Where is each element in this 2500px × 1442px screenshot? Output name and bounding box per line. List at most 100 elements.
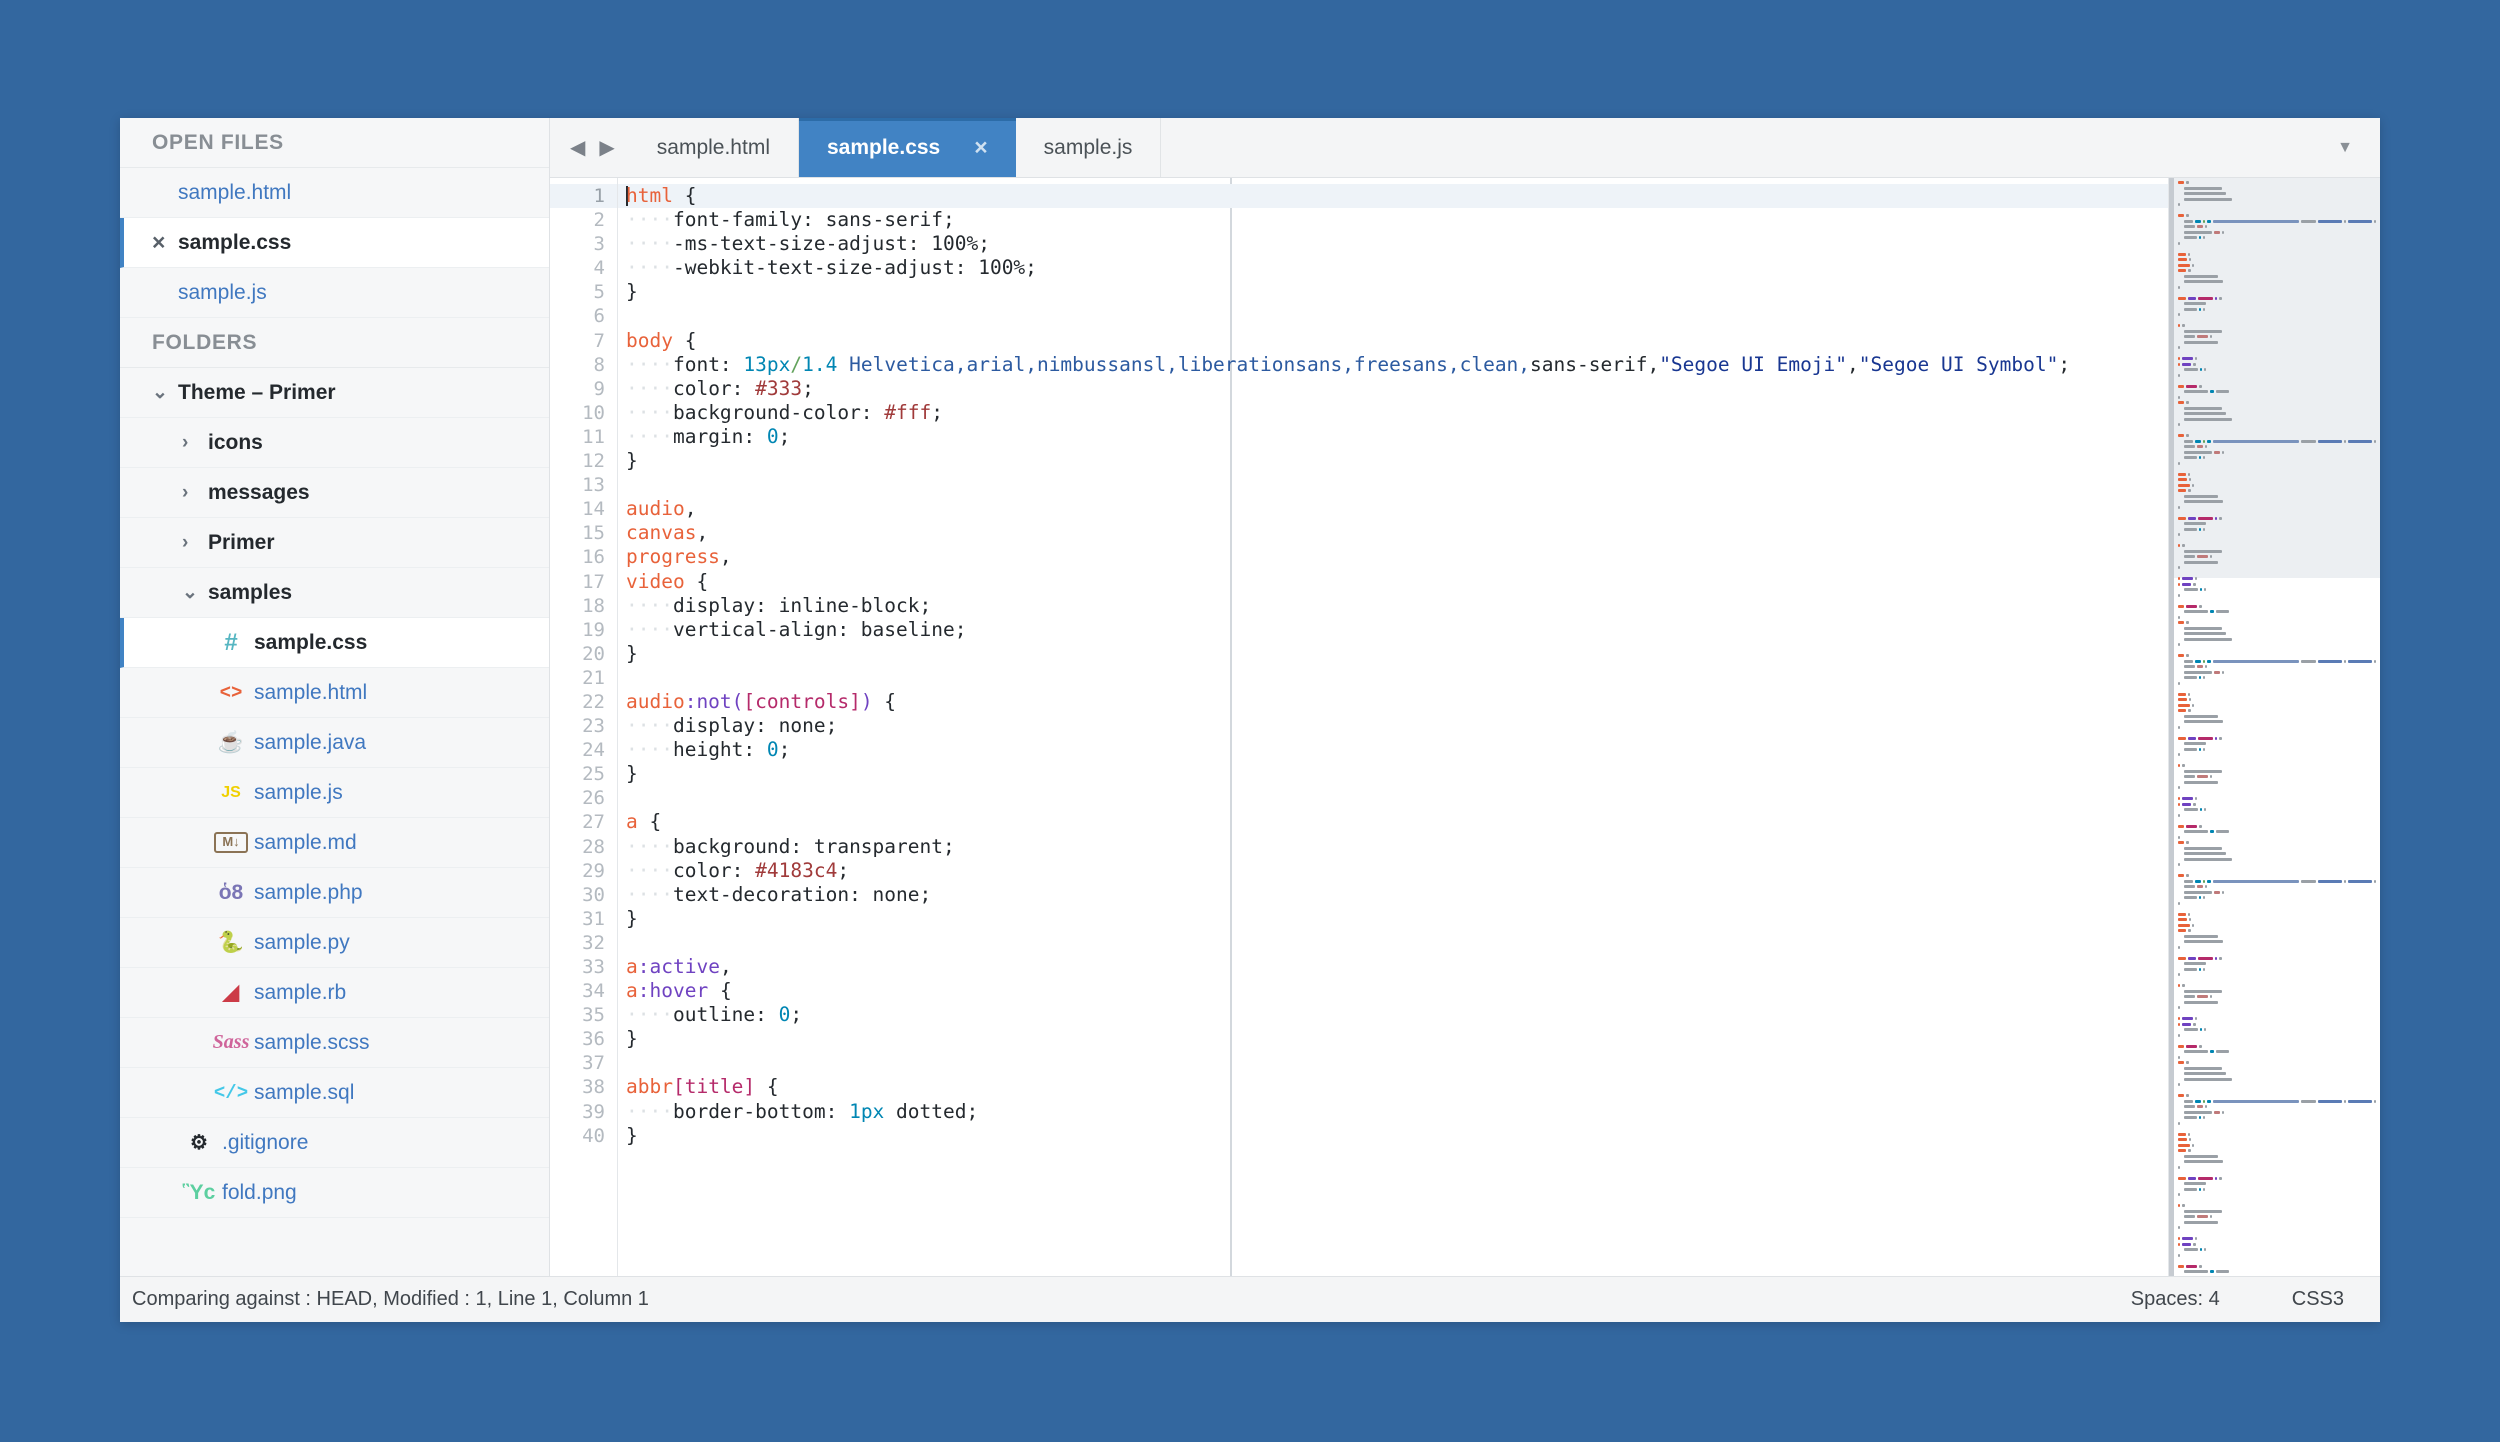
tree-file-row[interactable]: M↓ sample.md: [120, 818, 549, 868]
close-icon[interactable]: ×: [152, 231, 178, 254]
chevron-right-icon[interactable]: ›: [182, 482, 208, 504]
line-number: 8: [593, 353, 605, 376]
code-line[interactable]: ····color: #4183c4;: [618, 859, 2168, 883]
nav-forward-icon[interactable]: ▶: [599, 135, 614, 160]
tab-label: sample.js: [1043, 135, 1133, 159]
code-line[interactable]: ····font-family: sans-serif;: [618, 208, 2168, 232]
code-line[interactable]: [618, 473, 2168, 497]
code-line[interactable]: ····outline: 0;: [618, 1003, 2168, 1027]
line-number-gutter: 1 2 3 4 5 6 7 8 9 10 11 12 13 14 15 16 17 18 19 20 21 22 23 24 2…: [550, 178, 618, 1276]
nav-back-icon[interactable]: ◀: [570, 135, 585, 160]
folder-tree-list[interactable]: ⌄ Theme – Primer › icons › messages › Primer ⌄ sa…: [120, 368, 549, 1218]
tree-file-row[interactable]: ὁ8 sample.php: [120, 868, 549, 918]
open-files-list[interactable]: sample.html × sample.css sample.js: [120, 168, 549, 318]
tree-file-row[interactable]: ◢ sample.rb: [120, 968, 549, 1018]
file-tree-sidebar[interactable]: OPEN FILES sample.html × sample.css sample.…: [120, 118, 550, 1276]
code-line[interactable]: ····-ms-text-size-adjust: 100%;: [618, 232, 2168, 256]
editor-tab[interactable]: sample.css ×: [798, 118, 1016, 177]
code-token: ,: [684, 497, 697, 521]
code-line[interactable]: [618, 931, 2168, 955]
status-spaces[interactable]: Spaces: 4: [2095, 1288, 2256, 1311]
code-line[interactable]: }: [618, 1124, 2168, 1148]
tree-file-row[interactable]: Sass sample.scss: [120, 1018, 549, 1068]
tree-file-row[interactable]: JS sample.js: [120, 768, 549, 818]
code-line[interactable]: a:hover {: [618, 979, 2168, 1003]
minimap[interactable]: [2168, 178, 2380, 1276]
code-line[interactable]: ····text-decoration: none;: [618, 883, 2168, 907]
code-text-area[interactable]: html {····font-family: sans-serif; ····-m…: [618, 178, 2168, 1276]
code-token: }: [626, 1123, 638, 1147]
open-file-item[interactable]: sample.html: [120, 168, 549, 218]
code-line[interactable]: audio,: [618, 497, 2168, 521]
code-line[interactable]: a {: [618, 810, 2168, 834]
code-line[interactable]: [618, 666, 2168, 690]
code-line[interactable]: ····border-bottom: 1px dotted;: [618, 1100, 2168, 1124]
tree-file-row[interactable]: <> sample.html: [120, 668, 549, 718]
code-line[interactable]: audio:not([controls]) {: [618, 690, 2168, 714]
code-line[interactable]: }: [618, 280, 2168, 304]
chevron-down-icon[interactable]: ⌄: [182, 581, 208, 604]
tree-folder-row[interactable]: ⌄ samples: [120, 568, 549, 618]
tree-row-label: sample.scss: [254, 1030, 370, 1054]
code-line[interactable]: [618, 304, 2168, 328]
tab-nav-arrows[interactable]: ◀ ▶: [550, 118, 629, 177]
code-line[interactable]: }: [618, 449, 2168, 473]
code-line[interactable]: ····color: #333;: [618, 377, 2168, 401]
code-line[interactable]: body {: [618, 329, 2168, 353]
tree-file-row[interactable]: </> sample.sql: [120, 1068, 549, 1118]
editor-tab[interactable]: sample.js: [1015, 118, 1162, 177]
code-line[interactable]: ····background-color: #fff;: [618, 401, 2168, 425]
tree-file-row[interactable]: Ὓc fold.png: [120, 1168, 549, 1218]
code-line[interactable]: }: [618, 1027, 2168, 1051]
code-line[interactable]: }: [618, 642, 2168, 666]
tree-file-row[interactable]: ⚙ .gitignore: [120, 1118, 549, 1168]
tab-close-icon[interactable]: ×: [974, 136, 987, 159]
code-token: audio: [626, 689, 685, 713]
code-line[interactable]: ····margin: 0;: [618, 425, 2168, 449]
tree-file-row[interactable]: ☕ sample.java: [120, 718, 549, 768]
open-file-item[interactable]: × sample.css: [120, 218, 549, 268]
code-token: vertical-align: baseline;: [672, 617, 967, 641]
tab-bar[interactable]: ◀ ▶ sample.html sample.css × sample.js ▼: [550, 118, 2380, 178]
code-line[interactable]: [618, 1051, 2168, 1075]
tree-file-row[interactable]: # sample.css: [120, 618, 549, 668]
chevron-down-icon[interactable]: ⌄: [152, 381, 178, 404]
code-line[interactable]: }: [618, 907, 2168, 931]
code-line[interactable]: a:active,: [618, 955, 2168, 979]
tree-folder-row[interactable]: › messages: [120, 468, 549, 518]
line-number: 17: [582, 570, 605, 593]
code-line[interactable]: progress,: [618, 545, 2168, 569]
chevron-right-icon[interactable]: ›: [182, 532, 208, 554]
code-line[interactable]: abbr[title] {: [618, 1075, 2168, 1099]
line-number: 30: [582, 883, 605, 906]
code-line[interactable]: html {: [618, 184, 2168, 209]
code-line[interactable]: }: [618, 762, 2168, 786]
open-file-item[interactable]: sample.js: [120, 268, 549, 318]
code-line[interactable]: ····background: transparent;: [618, 835, 2168, 859]
status-grammar[interactable]: CSS3: [2256, 1288, 2380, 1311]
code-line[interactable]: ····-webkit-text-size-adjust: 100%;: [618, 256, 2168, 280]
editor-tab[interactable]: sample.html: [628, 118, 799, 177]
tree-folder-row[interactable]: › Primer: [120, 518, 549, 568]
tree-folder-row[interactable]: ⌄ Theme – Primer: [120, 368, 549, 418]
code-token: color:: [672, 858, 756, 882]
code-line[interactable]: [618, 786, 2168, 810]
code-token: sans-serif,: [1530, 352, 1660, 376]
tab-overflow-menu-icon[interactable]: ▼: [2310, 118, 2380, 177]
code-token: ;: [837, 858, 850, 882]
tree-file-row[interactable]: 🐍 sample.py: [120, 918, 549, 968]
code-line[interactable]: ····display: none;: [618, 714, 2168, 738]
code-line[interactable]: ····display: inline-block;: [618, 594, 2168, 618]
code-token: ····: [626, 1099, 673, 1123]
code-token: :hover: [637, 979, 709, 1003]
code-line[interactable]: ····font: 13px/1.4 Helvetica,arial,nimbu…: [618, 353, 2168, 377]
tree-folder-row[interactable]: › icons: [120, 418, 549, 468]
chevron-right-icon[interactable]: ›: [182, 432, 208, 454]
tree-row-label: sample.sql: [254, 1080, 355, 1104]
code-line[interactable]: video {: [618, 570, 2168, 594]
tabs-holder[interactable]: sample.html sample.css × sample.js: [628, 118, 1162, 177]
code-line[interactable]: ····vertical-align: baseline;: [618, 618, 2168, 642]
code-token: ····: [626, 834, 673, 858]
code-line[interactable]: ····height: 0;: [618, 738, 2168, 762]
code-line[interactable]: canvas,: [618, 521, 2168, 545]
